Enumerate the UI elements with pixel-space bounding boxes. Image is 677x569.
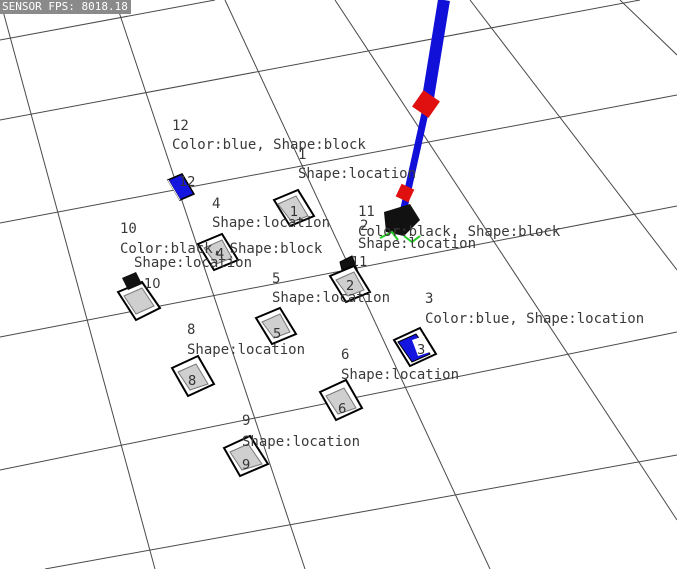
label-1-desc: Shape:location [298,166,416,182]
object-8-marker: 8 [188,374,196,389]
object-12[interactable]: 12 [166,173,196,201]
robot-arm[interactable] [379,0,450,244]
object-10-marker: 10 [144,277,161,292]
label-2-id: 2 [360,218,368,234]
label-4-loc: Shape:location [212,215,330,231]
simulation-viewport[interactable]: 12 1 4 10 11 2 5 3 8 6 9 12 Color:blue, … [0,0,677,569]
sensor-fps-readout: SENSOR FPS: 8018.18 [0,0,131,14]
elbow-joint [412,90,440,118]
label-10-desc: Shape:location [134,255,252,271]
label-10-id: 10 [120,221,137,237]
label-12-id: 12 [172,118,189,134]
object-3[interactable]: 3 [392,326,438,368]
label-6-id: 6 [341,347,349,363]
label-4-id: 4 [212,196,220,212]
object-5-marker: 5 [273,327,281,342]
label-8-id: 8 [187,322,195,338]
label-9-id: 9 [242,413,250,429]
label-12-desc: Color:blue, Shape:block [172,137,366,153]
label-3-id: 3 [425,291,433,307]
label-6-desc: Shape:location [341,367,459,383]
object-labels: 12 Color:blue, Shape:block 1 Shape:locat… [120,118,644,450]
scene-canvas[interactable]: 12 1 4 10 11 2 5 3 8 6 9 12 Color:blue, … [0,0,677,569]
label-1-id: 1 [298,147,306,163]
object-12-marker: 12 [179,175,196,190]
object-8[interactable]: 8 [170,354,216,398]
object-9-marker: 9 [242,458,250,473]
object-3-marker: 3 [417,343,425,358]
label-9-desc: Shape:location [242,434,360,450]
object-6-marker: 6 [338,402,346,417]
label-8-desc: Shape:location [187,342,305,358]
label-3-desc: Color:blue, Shape:location [425,311,644,327]
label-5-desc: Shape:location [272,290,390,306]
object-6[interactable]: 6 [318,378,364,422]
label-2-desc: Shape:location [358,236,476,252]
label-5-id: 5 [272,271,280,287]
object-5[interactable]: 5 [254,306,298,346]
